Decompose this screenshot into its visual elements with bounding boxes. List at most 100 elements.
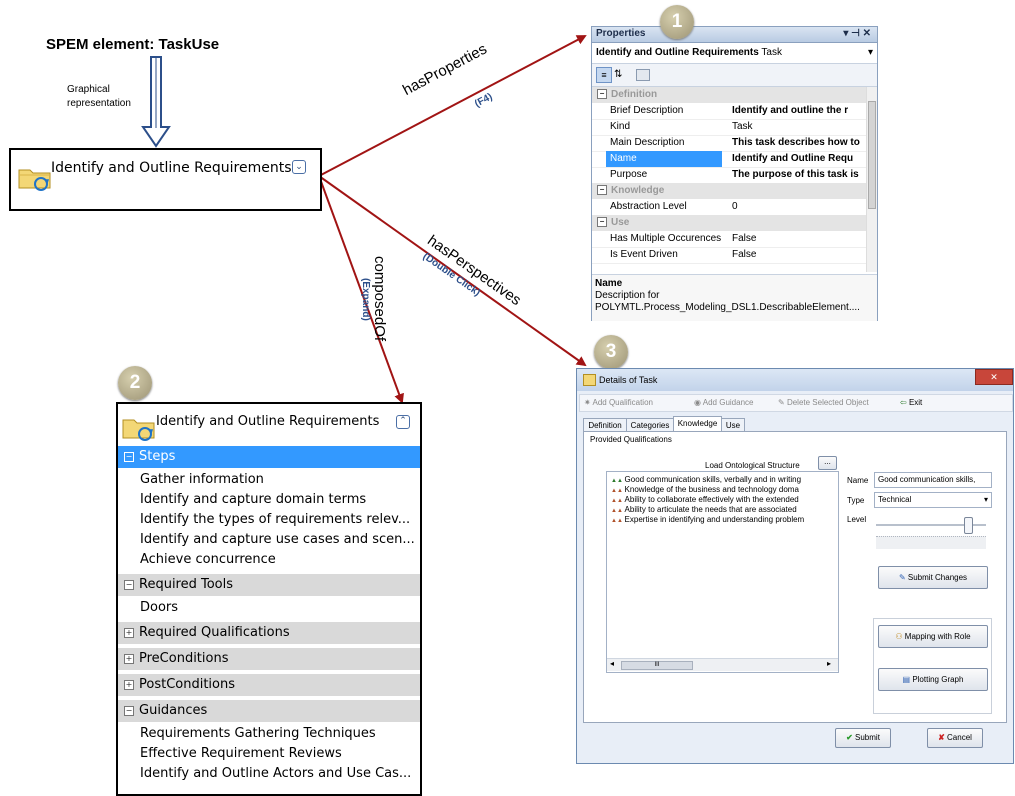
element-name: Identify and Outline Requirements — [51, 160, 292, 176]
tree-item[interactable]: Achieve concurrence — [140, 550, 276, 570]
level-slider-thumb[interactable] — [964, 517, 973, 534]
details-dialog: Details of Task ✕ ✷ Add Qualification ◉ … — [576, 368, 1014, 764]
name-field[interactable]: Good communication skills, — [874, 472, 992, 488]
collapse-chevron-icon[interactable]: ⌃ — [396, 415, 410, 429]
collapse-icon[interactable]: − — [124, 706, 134, 716]
qualification-icon: ▲▲ — [611, 498, 625, 504]
scroll-right-icon[interactable]: ▸ — [827, 659, 831, 668]
description-title: Name — [595, 278, 623, 289]
property-category[interactable]: − Definition — [592, 87, 866, 103]
tab-definition[interactable]: Definition — [583, 418, 627, 432]
add-qualification-button[interactable]: ✷ Add Qualification — [584, 398, 653, 407]
property-value: Identify and Outline Requ — [732, 153, 854, 164]
tab-categories[interactable]: Categories — [626, 418, 674, 432]
tree-section-header[interactable]: + Required Qualifications — [118, 622, 420, 644]
tree-section-header[interactable]: − Required Tools — [118, 574, 420, 596]
delete-selected-button[interactable]: ✎ Delete Selected Object — [778, 398, 869, 407]
level-label: Level — [847, 515, 867, 524]
property-category[interactable]: − Knowledge — [592, 183, 866, 199]
tree-title: Identify and Outline Requirements — [156, 414, 380, 429]
tab-use[interactable]: Use — [721, 418, 745, 432]
object-type: Task — [761, 47, 782, 58]
plotting-graph-button[interactable]: ▤ Plotting Graph — [878, 668, 988, 691]
dialog-close-icon[interactable]: ✕ — [975, 369, 1013, 385]
tree-item[interactable]: Doors — [140, 598, 178, 618]
representation-label: representation — [67, 98, 131, 109]
categorized-icon[interactable]: ≡ — [596, 67, 612, 83]
task-folder-icon — [122, 419, 155, 441]
collapse-icon[interactable]: − — [597, 217, 607, 227]
qualification-icon: ▲▲ — [611, 508, 625, 514]
tree-section-label: Steps — [139, 449, 176, 464]
property-name: Kind — [610, 121, 631, 132]
property-row[interactable]: Name Identify and Outline Requ — [592, 151, 866, 168]
property-name: Main Description — [610, 137, 685, 148]
tree-section-label: Required Tools — [139, 577, 234, 592]
property-row[interactable]: Kind Task — [592, 119, 866, 136]
property-value: False — [732, 233, 757, 244]
property-value: False — [732, 249, 757, 260]
property-category[interactable]: − Use — [592, 215, 866, 231]
tree-section-header[interactable]: + PreConditions — [118, 648, 420, 670]
property-row[interactable]: Purpose The purpose of this task is — [592, 167, 866, 184]
collapse-icon[interactable]: − — [597, 185, 607, 195]
tree-section-header[interactable]: − Guidances — [118, 700, 420, 722]
scroll-left-icon[interactable]: ◂ — [610, 659, 614, 668]
tree-item[interactable]: Identify the types of requirements relev… — [140, 510, 410, 530]
tree-section-label: Required Qualifications — [139, 625, 290, 640]
tree-item[interactable]: Identify and Outline Actors and Use Cas.… — [140, 764, 411, 784]
qualification-item[interactable]: ▲▲ Expertise in identifying and understa… — [611, 515, 804, 526]
tree-item[interactable]: Gather information — [140, 470, 264, 490]
task-use-element[interactable]: Identify and Outline Requirements ⌄ — [9, 148, 322, 211]
expand-icon[interactable]: + — [124, 680, 134, 690]
add-guidance-button[interactable]: ◉ Add Guidance — [694, 398, 753, 407]
panel-window-controls[interactable]: ▾ ⊣ ✕ — [843, 28, 871, 39]
description-line-2: POLYMTL.Process_Modeling_DSL1.Describabl… — [595, 302, 860, 313]
property-row[interactable]: Is Event Driven False — [592, 247, 866, 264]
callout-3: 3 — [594, 335, 628, 369]
tree-section-label: PreConditions — [139, 651, 229, 666]
tree-item[interactable]: Identify and capture domain terms — [140, 490, 366, 510]
property-name: Has Multiple Occurences — [610, 233, 722, 244]
property-grid-scrollbar[interactable] — [866, 87, 877, 272]
properties-toolbar: ≡ ⇅ — [592, 64, 877, 87]
tree-section-header[interactable]: − Steps — [118, 446, 420, 468]
tree-item[interactable]: Requirements Gathering Techniques — [140, 724, 376, 744]
submit-button[interactable]: ✔ Submit — [835, 728, 891, 748]
list-hscrollbar[interactable]: ◂ III ▸ — [607, 658, 838, 671]
tree-item[interactable]: Effective Requirement Reviews — [140, 744, 342, 764]
submit-changes-button[interactable]: ✎ Submit Changes — [878, 566, 988, 589]
object-dropdown-icon[interactable]: ▾ — [868, 43, 873, 63]
composed-of-label: composedOf — [371, 256, 388, 342]
cancel-button[interactable]: ✘ Cancel — [927, 728, 983, 748]
tree-item[interactable]: Identify and capture use cases and scen.… — [140, 530, 415, 550]
mapping-with-role-button[interactable]: ⚇ Mapping with Role — [878, 625, 988, 648]
spem-label: SPEM element: TaskUse — [46, 36, 220, 53]
property-row[interactable]: Has Multiple Occurences False — [592, 231, 866, 248]
expand-icon[interactable]: + — [124, 628, 134, 638]
scroll-thumb[interactable]: III — [621, 661, 693, 670]
property-row[interactable]: Main Description This task describes how … — [592, 135, 866, 152]
expand-icon[interactable]: + — [124, 654, 134, 664]
property-row[interactable]: Abstraction Level 0 — [592, 199, 866, 216]
object-selector[interactable]: Identify and Outline Requirements Task ▾ — [592, 43, 877, 64]
level-slider[interactable] — [876, 516, 986, 538]
property-value: This task describes how to — [732, 137, 860, 148]
qualification-icon: ▲▲ — [611, 478, 625, 484]
tree-section-header[interactable]: + PostConditions — [118, 674, 420, 696]
exit-button[interactable]: ⇦ Exit — [900, 398, 922, 407]
collapse-icon[interactable]: − — [124, 452, 134, 462]
alphabetical-sort-icon[interactable]: ⇅ — [614, 67, 622, 83]
collapse-icon[interactable]: − — [124, 580, 134, 590]
load-ontology-button[interactable]: ... — [818, 456, 837, 470]
qualifications-list: ▲▲ Good communication skills, verbally a… — [606, 471, 839, 673]
property-pages-icon[interactable] — [636, 69, 650, 81]
check-icon: ✔ — [846, 733, 856, 742]
graphical-label: Graphical — [67, 84, 110, 95]
expand-chevron-icon[interactable]: ⌄ — [292, 160, 306, 174]
properties-title: Properties — [596, 28, 646, 39]
collapse-icon[interactable]: − — [597, 89, 607, 99]
type-select[interactable]: Technical ▾ — [874, 492, 992, 508]
property-row[interactable]: Brief Description Identify and outline th… — [592, 103, 866, 120]
graph-icon: ▤ — [902, 675, 913, 684]
